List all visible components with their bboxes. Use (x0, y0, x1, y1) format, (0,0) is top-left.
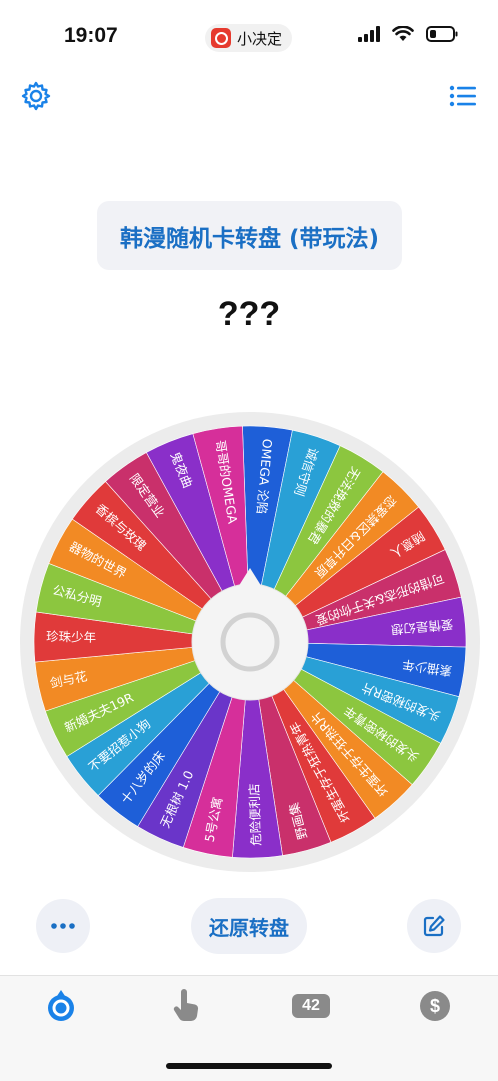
tab-coin[interactable]: $ (405, 984, 465, 1028)
home-indicator (166, 1063, 332, 1069)
settings-button[interactable] (18, 78, 54, 114)
status-icons (358, 26, 458, 42)
list-button[interactable] (445, 78, 481, 114)
pointing-hand-icon (173, 989, 199, 1022)
battery-icon (426, 26, 458, 42)
tab-finger-pick[interactable] (156, 984, 216, 1028)
cellular-signal-icon (358, 26, 380, 42)
more-icon (51, 923, 75, 929)
hub-background (191, 583, 309, 701)
app-name: 小决定 (237, 29, 283, 48)
app-logo-icon (211, 28, 231, 48)
wifi-icon (392, 26, 414, 41)
status-bar: 19:07 小决定 (0, 0, 498, 70)
reset-wheel-button[interactable]: 还原转盘 (191, 898, 307, 954)
wheel-slice-label: 珍珠少年 (46, 629, 96, 645)
tab-number[interactable]: 42 (281, 984, 341, 1028)
dollar-icon: $ (420, 991, 450, 1021)
wheel-title: 韩漫随机卡转盘 (带玩法) (119, 225, 380, 252)
wheel-svg[interactable]: OMEGA 沦陷 诚信守则无法挽救的暴君恋爱禁区&日升草原随意人可惜的形态&关于你… (18, 410, 482, 874)
more-button[interactable] (36, 899, 90, 953)
number-badge: 42 (292, 994, 330, 1018)
app-indicator-pill[interactable]: 小决定 (205, 24, 293, 52)
wheel-slice-label: 危险便利店 (246, 783, 263, 846)
edit-button[interactable] (407, 899, 461, 953)
gear-icon (21, 81, 51, 111)
list-icon (449, 85, 476, 107)
edit-icon (423, 915, 445, 937)
spin-wheel[interactable]: OMEGA 沦陷 诚信守则 无法挽救的暴君 恋爱禁区&日升草原 随意人 可惜的形态&关于你… (18, 410, 482, 874)
status-time: 19:07 (64, 24, 118, 47)
wheel-tab-icon (48, 990, 74, 1021)
tab-wheel[interactable] (31, 984, 91, 1028)
reset-wheel-label: 还原转盘 (209, 915, 289, 940)
spin-result: ??? (217, 295, 281, 333)
wheel-title-button[interactable]: 韩漫随机卡转盘 (带玩法) (97, 201, 402, 270)
